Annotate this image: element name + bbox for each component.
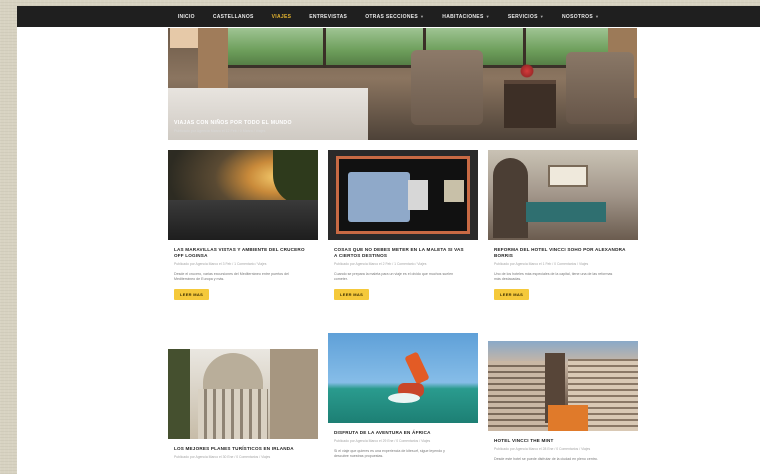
post-card: REFORMA DEL HOTEL VINCCI SOHO POR ALEXAN… xyxy=(488,150,638,301)
post-thumbnail[interactable] xyxy=(488,341,638,431)
thumbnail-bag xyxy=(444,180,464,202)
post-meta: Publicado por Agencia Marco el 28 Ene / … xyxy=(494,447,591,451)
chevron-down-icon: ▼ xyxy=(594,13,600,19)
post-card: LAS MARAVILLAS VISTAS Y AMBIENTE DEL CRU… xyxy=(168,150,318,301)
page-content: VIAJAS CON NIÑOS POR TODO EL MUNDO Publi… xyxy=(17,27,760,474)
read-more-button[interactable]: LEER MAS xyxy=(334,288,370,300)
thumbnail-frame xyxy=(548,165,588,187)
nav-item-label: HABITACIONES xyxy=(442,13,484,20)
nav-item-nosotros[interactable]: NOSOTROS ▼ xyxy=(553,14,608,20)
top-navigation-bar: INICIO CASTELLANOS VIAJES ENTREVISTAS OT… xyxy=(17,6,760,27)
window-mullion xyxy=(323,28,326,68)
post-excerpt: Si el viaje que quieres es una experienc… xyxy=(334,448,445,458)
hero-image-lamp xyxy=(170,28,200,48)
chevron-down-icon: ▼ xyxy=(420,13,425,19)
post-meta: Publicado por Agencia Marco el 1 Feb / 0… xyxy=(494,262,589,266)
post-thumbnail[interactable] xyxy=(328,150,478,240)
thumbnail-crowd xyxy=(168,200,318,240)
thumbnail-shirt xyxy=(408,180,428,210)
post-meta: Publicado por Agencia Marco el 30 Ene / … xyxy=(174,455,271,459)
read-more-button[interactable]: LEER MAS xyxy=(174,288,210,300)
hero-image-armchair xyxy=(411,50,483,125)
hero-title[interactable]: VIAJAS CON NIÑOS POR TODO EL MUNDO xyxy=(174,120,292,126)
hero-caption: VIAJAS CON NIÑOS POR TODO EL MUNDO Publi… xyxy=(174,120,292,133)
nav-item-label: OTRAS SECCIONES xyxy=(365,13,419,20)
chevron-down-icon: ▼ xyxy=(539,13,544,19)
post-thumbnail[interactable] xyxy=(168,349,318,439)
post-excerpt: Uno de los hoteles más especiales de la … xyxy=(494,271,613,281)
thumbnail-tree xyxy=(168,349,190,439)
thumbnail-kite xyxy=(404,351,430,385)
post-title[interactable]: LAS MARAVILLAS VISTAS Y AMBIENTE DEL CRU… xyxy=(174,247,306,259)
post-meta: Publicado por Agencia Marco el 2 Feb / 1… xyxy=(334,262,427,266)
post-title[interactable]: DISFRUTA DE LA AVENTURA EN ÁFRICA xyxy=(334,430,466,436)
post-thumbnail[interactable] xyxy=(168,150,318,240)
thumbnail-building xyxy=(270,349,318,439)
hero-meta: Publicado por Agencia Marco el 12 Feb / … xyxy=(174,129,266,133)
post-meta: Publicado por Agencia Marco el 3 Feb / 1… xyxy=(174,262,267,266)
thumbnail-trees xyxy=(273,150,318,205)
post-card: COSAS QUE NO DEBES METER EN LA MALETA SI… xyxy=(328,150,478,301)
post-title[interactable]: COSAS QUE NO DEBES METER EN LA MALETA SI… xyxy=(334,247,466,259)
nav-item-label: NOSOTROS xyxy=(561,13,593,20)
hero-image-armchair xyxy=(566,52,634,124)
nav-item-inicio[interactable]: INICIO xyxy=(169,14,204,20)
thumbnail-shirt xyxy=(348,172,410,222)
thumbnail-building xyxy=(488,361,548,431)
hero-image-table xyxy=(504,80,556,128)
thumbnail-dome xyxy=(203,353,263,393)
thumbnail-columns xyxy=(198,389,268,439)
post-meta: Publicado por Agencia Marco el 29 Ene / … xyxy=(334,439,431,443)
nav-item-label: SERVICIOS xyxy=(507,13,538,20)
post-excerpt: Desde el crucero, varias excursiones del… xyxy=(174,271,289,281)
hero-image-flowers xyxy=(520,64,534,78)
thumbnail-spray xyxy=(388,393,420,403)
post-title[interactable]: REFORMA DEL HOTEL VINCCI SOHO POR ALEXAN… xyxy=(494,247,626,259)
post-card: DISFRUTA DE LA AVENTURA EN ÁFRICA Public… xyxy=(328,333,478,459)
nav-item-viajes[interactable]: VIAJES xyxy=(263,14,301,20)
post-thumbnail[interactable] xyxy=(488,150,638,240)
post-excerpt: Desde este hotel se puede disfrutar de l… xyxy=(494,456,598,461)
post-thumbnail[interactable] xyxy=(328,333,478,423)
post-card: HOTEL VINCCI THE MINT Publicado por Agen… xyxy=(488,341,638,462)
nav-item-habitaciones[interactable]: HABITACIONES ▼ xyxy=(433,14,499,20)
hero-featured-post[interactable]: VIAJAS CON NIÑOS POR TODO EL MUNDO Publi… xyxy=(168,28,637,140)
thumbnail-sofa xyxy=(526,202,606,222)
post-excerpt: Cuando se prepara la maleta para un viaj… xyxy=(334,271,454,281)
thumbnail-street xyxy=(548,405,588,431)
nav-item-entrevistas[interactable]: ENTREVISTAS xyxy=(300,14,356,20)
read-more-button[interactable]: LEER MAS xyxy=(494,288,530,300)
nav-item-otras-secciones[interactable]: OTRAS SECCIONES ▼ xyxy=(356,14,433,20)
thumbnail-arch xyxy=(493,158,528,238)
post-title[interactable]: HOTEL VINCCI THE MINT xyxy=(494,438,626,444)
post-card: LOS MEJORES PLANES TURÍSTICOS EN IRLANDA… xyxy=(168,349,318,460)
post-title[interactable]: LOS MEJORES PLANES TURÍSTICOS EN IRLANDA xyxy=(174,446,306,452)
nav-item-servicios[interactable]: SERVICIOS ▼ xyxy=(499,14,553,20)
nav-item-castellanos[interactable]: CASTELLANOS xyxy=(204,14,263,20)
hero-image-curtain xyxy=(198,28,228,88)
window-mullion xyxy=(523,28,526,68)
chevron-down-icon: ▼ xyxy=(485,13,490,19)
